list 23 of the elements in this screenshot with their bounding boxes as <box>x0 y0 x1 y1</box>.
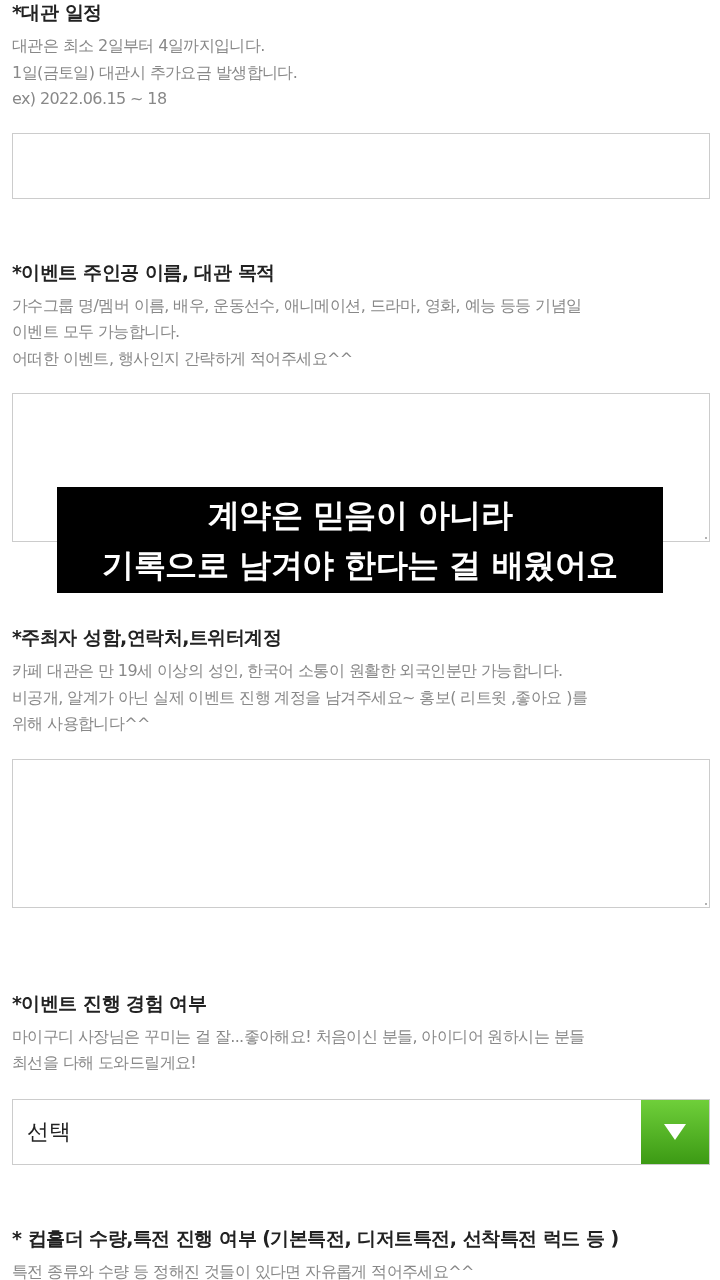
select-value: 선택 <box>27 1117 71 1146</box>
subtitle-toast: 계약은 믿음이 아니라 기록으로 남겨야 한다는 걸 배웠어요 <box>57 487 663 593</box>
description-line: 비공개, 알계가 아닌 실제 이벤트 진행 계정을 남겨주세요~ 홍보( 리트윗 ,좋아요 )를 <box>12 686 589 709</box>
caret-icon <box>663 1122 687 1141</box>
description-line: 이벤트 모두 가능합니다. <box>12 321 181 343</box>
description-line: ex) 2022.06.15 ~ 18 <box>12 88 168 110</box>
dropdown-button[interactable] <box>641 1099 709 1164</box>
select-dropdown[interactable]: 선택 <box>12 1098 710 1165</box>
description-line: 대관은 최소 2일부터 4일까지입니다. <box>12 35 266 57</box>
description-line: 특전 종류와 수량 등 정해진 것들이 있다면 자유롭게 적어주세요^^ <box>12 1260 475 1280</box>
section-title: *주최자 성함,연락처,트위터계정 <box>12 625 283 650</box>
description-line: 위해 사용합니다^^ <box>12 713 151 735</box>
section-title: *대관 일정 <box>12 0 103 25</box>
description-line: 1일(금토일) 대관시 추가요금 발생합니다. <box>12 61 299 84</box>
section-title: *이벤트 주인공 이름, 대관 목적 <box>12 259 276 285</box>
description-line: 가수그룹 명/멤버 이름, 배우, 운동선수, 애니메이션, 드라마, 영화, 예능 등등 기념일 <box>12 294 583 317</box>
description-line: 카페 대관은 만 19세 이상의 성인, 한국어 소통이 원활한 외국인분만 가능합니다. <box>12 660 564 682</box>
input-field[interactable] <box>12 132 710 199</box>
description-line: 최선을 다해 도와드릴게요! <box>12 1052 198 1074</box>
section-title: *이벤트 진행 경험 여부 <box>12 990 208 1016</box>
section-title: * 컵홀더 수량,특전 진행 여부 (기본특전, 디저트특전, 선착특전 럭드 등 ) <box>12 1225 620 1251</box>
description-line: 어떠한 이벤트, 행사인지 간략하게 적어주세요^^ <box>12 347 354 370</box>
description-line: 마이구디 사장님은 꾸미는 걸 잘...좋아해요! 처음이신 분들, 아이디어 원하시는 분들 <box>12 1025 586 1048</box>
